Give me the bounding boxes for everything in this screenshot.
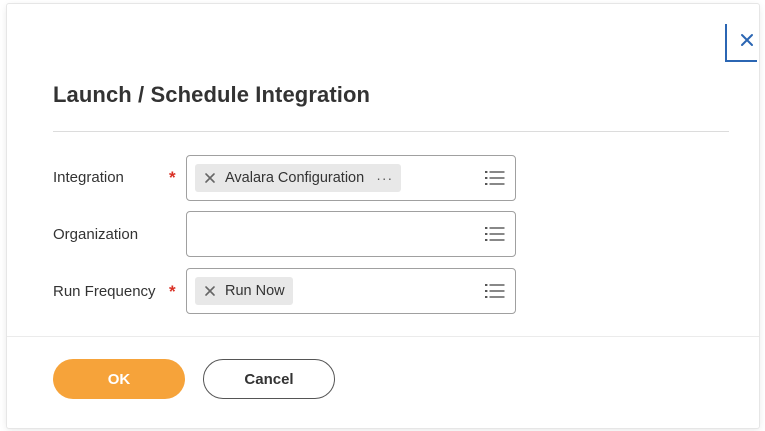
run-frequency-selected-pill: Run Now [195, 277, 293, 305]
close-icon [741, 34, 753, 46]
page: Launch / Schedule Integration Integratio… [0, 0, 765, 431]
ok-button[interactable]: OK [53, 359, 185, 399]
organization-label: Organization [53, 226, 139, 243]
remove-run-frequency-icon[interactable] [203, 284, 217, 298]
run-frequency-selected-value: Run Now [225, 283, 285, 299]
close-button[interactable] [725, 24, 757, 62]
integration-field[interactable]: Avalara Configuration ··· [186, 155, 516, 201]
organization-list-icon[interactable] [485, 226, 505, 242]
organization-field[interactable] [186, 211, 516, 257]
integration-more-button[interactable]: ··· [376, 170, 393, 186]
remove-integration-icon[interactable] [203, 171, 217, 185]
run-frequency-label: Run Frequency [53, 283, 156, 300]
title-divider [53, 131, 729, 132]
integration-label: Integration [53, 169, 124, 186]
footer-divider [7, 336, 759, 337]
run-frequency-required-mark: * [169, 282, 176, 301]
integration-required-mark: * [169, 168, 176, 187]
integration-selected-value: Avalara Configuration [225, 170, 365, 186]
integration-list-icon[interactable] [485, 170, 505, 186]
run-frequency-list-icon[interactable] [485, 283, 505, 299]
cancel-button[interactable]: Cancel [203, 359, 335, 399]
run-frequency-field[interactable]: Run Now [186, 268, 516, 314]
dialog-title: Launch / Schedule Integration [53, 82, 371, 107]
integration-selected-pill: Avalara Configuration ··· [195, 164, 402, 192]
